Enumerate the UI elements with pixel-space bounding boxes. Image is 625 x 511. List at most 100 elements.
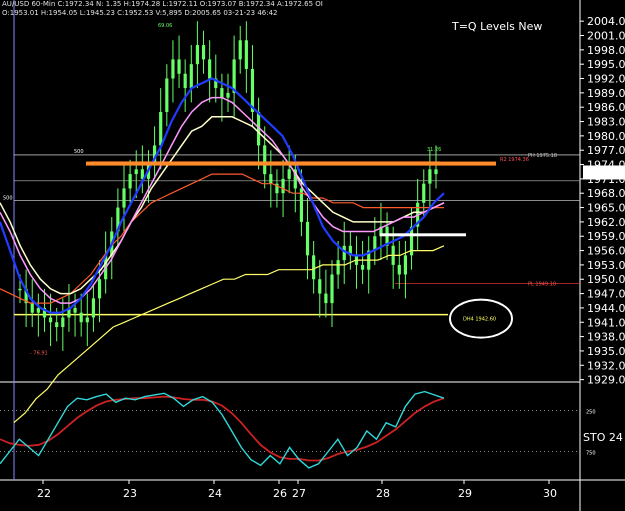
date-tick-label: 22: [37, 487, 51, 500]
candle-body: [195, 45, 200, 65]
candle-body: [360, 264, 365, 270]
candle-body: [122, 188, 126, 208]
price-tick-label: 1983.00: [587, 116, 625, 129]
candle-body: [85, 317, 89, 323]
candle-body: [201, 45, 206, 60]
price-tick-label: 1992.00: [587, 73, 625, 86]
annotation-high: 69.06: [158, 23, 172, 29]
price-tick-label: 1965.00: [587, 202, 625, 215]
candle-body: [189, 64, 193, 89]
candle-body: [171, 59, 175, 79]
annotation-low: - 76.91: [30, 350, 48, 356]
ema-slow-line: [0, 116, 445, 295]
candle-body: [165, 78, 169, 112]
sto-tick-label: 750: [586, 451, 596, 457]
candle-body: [305, 221, 310, 256]
candle-body: [238, 40, 242, 60]
candle-body: [79, 312, 83, 323]
candle-body: [287, 169, 291, 179]
header-ohlc-line: AU/USD 60-Min C:1972.34 N: 1.35 H:1974.2…: [2, 0, 323, 8]
candle-body: [208, 59, 212, 79]
price-tick-label: 1998.00: [587, 44, 625, 57]
candle-body: [91, 298, 96, 318]
level-label-ph: PH 1975.18: [528, 153, 557, 159]
level-label-dh4: DH4 1942.60: [463, 317, 496, 323]
candle-body: [61, 317, 65, 328]
price-tick-label: 1932.00: [587, 359, 625, 372]
price-tick-label: 1929.00: [587, 374, 625, 387]
price-tick-label: 1950.00: [587, 273, 625, 286]
candle-body: [226, 92, 230, 98]
price-tick-label: 1959.00: [587, 230, 625, 243]
candle-body: [403, 255, 408, 275]
sto-label: STO 24: [583, 431, 623, 444]
level-label-pl: PL 1949.10: [528, 282, 556, 288]
candle-body: [134, 169, 138, 175]
annotation-500-top: 500: [74, 149, 84, 155]
candle-body: [397, 264, 401, 275]
price-tick-label: 1953.00: [587, 259, 625, 272]
candle-body: [48, 317, 53, 323]
candle-body: [281, 178, 285, 194]
sma-slow-line: [13, 245, 445, 424]
price-tick-label: 1995.00: [587, 58, 625, 71]
resistance-band: [86, 161, 496, 166]
price-tick-label: 1935.00: [587, 345, 625, 358]
candle-body: [330, 274, 334, 304]
annotation-right: 31.26: [427, 147, 441, 153]
sto-k-line: [0, 390, 445, 469]
date-tick-label: 23: [123, 487, 137, 500]
candle-body: [318, 279, 322, 294]
candle-body: [263, 145, 267, 175]
price-tick-label: 1980.00: [587, 130, 625, 143]
date-tick-label: 29: [458, 487, 472, 500]
candle-body: [336, 260, 340, 275]
date-tick-label: 26: [273, 487, 287, 500]
current-price-label: 1972.34: [586, 166, 625, 179]
price-tick-label: 1941.00: [587, 316, 625, 329]
chart-window: 2004.00 2001.001998.001995.00 1992.001989.…: [0, 0, 625, 511]
candle-body: [324, 293, 328, 304]
price-tick-label: 1968.00: [587, 187, 625, 200]
price-tick-label: 1989.00: [587, 87, 625, 100]
price-chart[interactable]: 2004.00 2001.001998.001995.00 1992.001989.…: [0, 0, 625, 511]
candle-body: [55, 322, 59, 328]
candle-body: [269, 174, 273, 184]
price-tick-label: 1986.00: [587, 101, 625, 114]
date-tick-label: 30: [543, 487, 557, 500]
candle-body: [183, 73, 187, 89]
candle-body: [422, 183, 426, 203]
level-label-r2: R2 1974.36: [500, 157, 529, 163]
candle-body: [36, 307, 40, 313]
candle-body: [244, 40, 248, 69]
support-marker: [380, 233, 466, 237]
candle-body: [73, 307, 77, 313]
candle-body: [177, 59, 181, 74]
price-tick-label: 1947.00: [587, 288, 625, 301]
candle-body: [312, 255, 316, 280]
chart-title: T=Q Levels New: [452, 20, 543, 33]
candle-body: [434, 169, 438, 175]
header-bar-info-line: O:1953.01 H:1954.05 L:1945.23 C:1952.53 …: [2, 9, 278, 17]
candle-body: [18, 288, 22, 291]
candle-body: [159, 111, 163, 146]
price-tick-label: 2004.00: [587, 15, 625, 28]
candle-body: [128, 174, 132, 189]
date-tick-label: 28: [376, 487, 390, 500]
price-tick-label: 1962.00: [587, 216, 625, 229]
price-tick-label: 2001.00: [587, 30, 625, 43]
price-tick-label: 1977.00: [587, 144, 625, 157]
price-tick-label: 1944.00: [587, 302, 625, 315]
price-tick-label: 1956.00: [587, 245, 625, 258]
sto-d-line: [0, 395, 445, 462]
candle-body: [97, 279, 102, 299]
candle-body: [30, 303, 34, 313]
candle-body: [220, 88, 224, 98]
candle-body: [342, 245, 346, 261]
candle-body: [428, 169, 432, 184]
sto-tick-label: 250: [586, 410, 596, 416]
date-tick-label: 27: [292, 487, 306, 500]
annotation-500-left: 500: [3, 195, 13, 201]
date-tick-label: 24: [208, 487, 222, 500]
price-tick-label: 1938.00: [587, 331, 625, 344]
